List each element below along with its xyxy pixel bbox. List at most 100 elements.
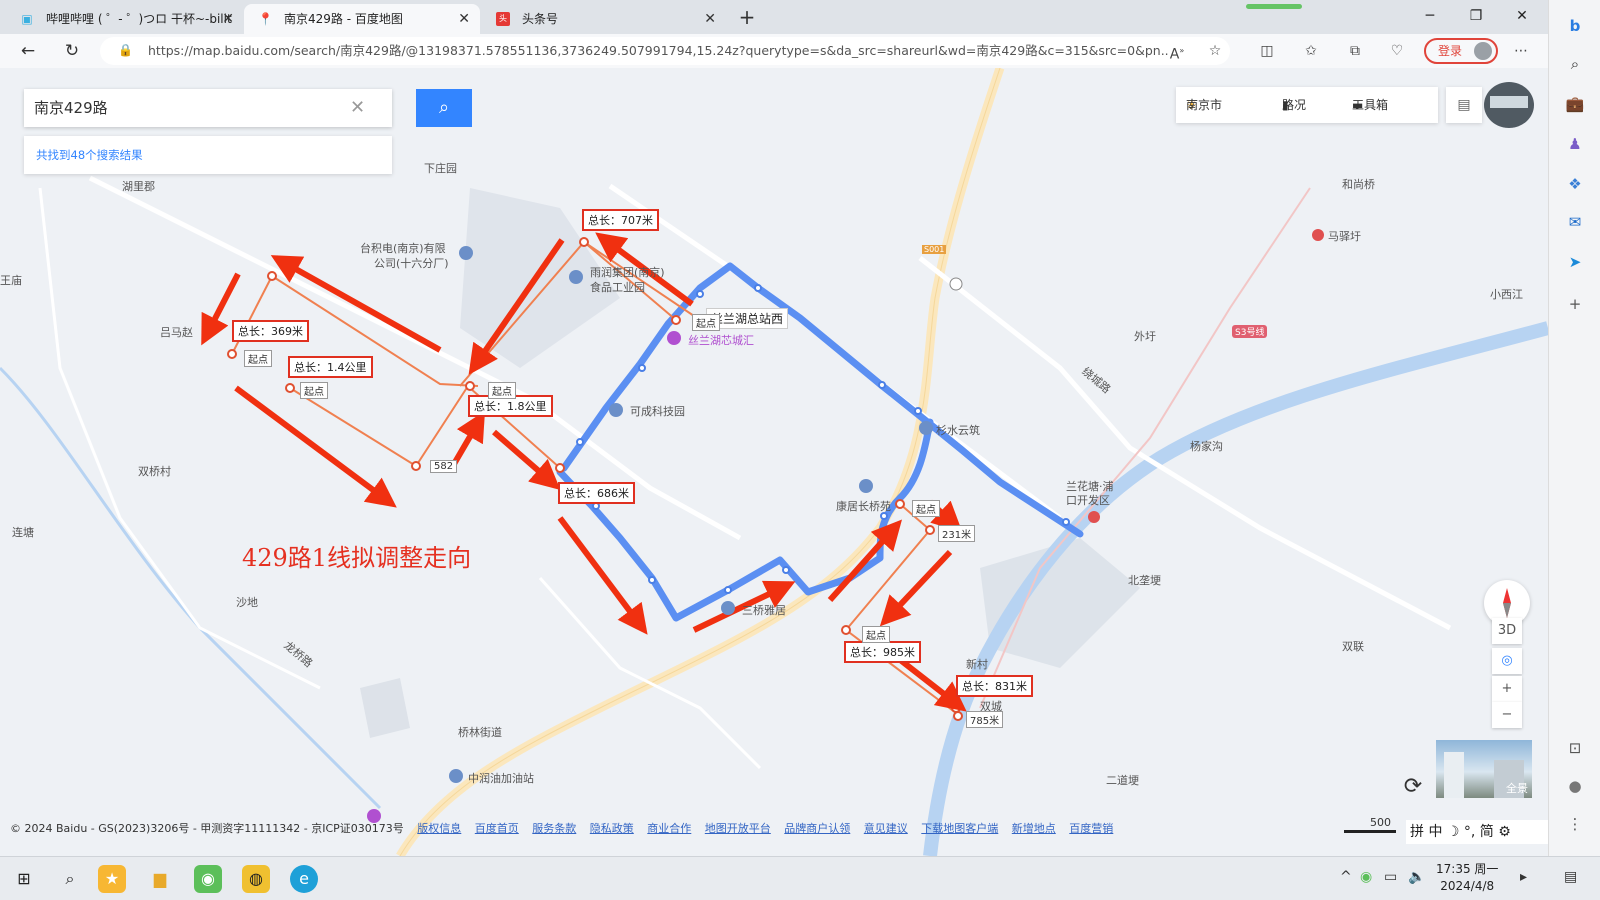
favorite-star-icon[interactable]: ☆ bbox=[1204, 40, 1226, 62]
wechat-icon[interactable]: ◉ bbox=[194, 865, 222, 893]
length-badge: 总长：369米 bbox=[232, 320, 309, 342]
office-icon[interactable]: ❖ bbox=[1563, 172, 1587, 196]
add-icon[interactable]: + bbox=[1563, 292, 1587, 316]
close-window-button[interactable]: ✕ bbox=[1500, 0, 1544, 34]
app-icon[interactable]: ★ bbox=[98, 865, 126, 893]
send-icon[interactable]: ➤ bbox=[1563, 250, 1587, 274]
tray-chevron-icon[interactable]: ^ bbox=[1340, 869, 1352, 885]
tab-bilibili[interactable]: ▣ 哔哩哔哩 ( ゜- ゜)つロ 干杯~-bilit ✕ bbox=[6, 4, 244, 34]
place-label: 新村 bbox=[966, 658, 988, 671]
footer-link[interactable]: 服务条款 bbox=[532, 822, 576, 835]
collections-icon[interactable]: ⧉ bbox=[1344, 40, 1366, 62]
length-badge: 总长：707米 bbox=[582, 209, 659, 231]
maximize-button[interactable]: ❐ bbox=[1454, 0, 1498, 34]
place-label: 丝兰湖芯城汇 bbox=[688, 334, 754, 347]
chat-icon: ▤ bbox=[1457, 97, 1471, 113]
place-label: 马驿圩 bbox=[1328, 230, 1361, 243]
split-screen-icon[interactable]: ◫ bbox=[1256, 40, 1278, 62]
clear-search-icon[interactable]: ✕ bbox=[350, 89, 365, 127]
place-label: 双桥村 bbox=[138, 465, 171, 478]
tray-app-icon[interactable]: ◉ bbox=[1360, 869, 1372, 885]
tools-icon[interactable]: 💼 bbox=[1563, 92, 1587, 116]
volume-icon[interactable]: 🔈 bbox=[1408, 869, 1425, 885]
place-label: 沙地 bbox=[236, 596, 258, 609]
close-tab-icon[interactable]: ✕ bbox=[458, 4, 470, 34]
result-count[interactable]: 共找到48个搜索结果 bbox=[24, 136, 392, 174]
browser-essentials-icon[interactable]: ♡ bbox=[1386, 40, 1408, 62]
search-icon[interactable]: ⌕ bbox=[56, 865, 84, 893]
tab-baidu-map[interactable]: 📍 南京429路 - 百度地图 ✕ bbox=[244, 4, 480, 34]
bing-icon[interactable]: b bbox=[1563, 14, 1587, 38]
network-icon[interactable]: ▭ bbox=[1384, 869, 1397, 885]
tab-toutiao[interactable]: 头 头条号 ✕ bbox=[482, 4, 726, 34]
city-label: 南京市 bbox=[1186, 98, 1223, 112]
favorites-icon[interactable]: ✩ bbox=[1300, 40, 1322, 62]
more-menu-icon[interactable]: ⋯ bbox=[1510, 40, 1532, 62]
screenshot-icon[interactable]: ⊡ bbox=[1563, 736, 1587, 760]
start-label: 起点 bbox=[862, 626, 890, 643]
panorama-thumbnail[interactable]: 全景 bbox=[1436, 740, 1532, 798]
back-button[interactable]: ← bbox=[14, 38, 42, 64]
message-button[interactable]: ▤ bbox=[1446, 87, 1482, 123]
start-label: 起点 bbox=[244, 350, 272, 367]
outlook-icon[interactable]: ✉ bbox=[1563, 210, 1587, 234]
place-label: 和尚桥 bbox=[1342, 178, 1375, 191]
place-label: 康居长桥苑 bbox=[836, 500, 891, 513]
ime-toolbar[interactable]: 拼 中 ☽ °, 简 ⚙ bbox=[1406, 820, 1548, 844]
toolbox-label: 工具箱 bbox=[1352, 98, 1389, 112]
zoom-out-button[interactable]: − bbox=[1492, 702, 1522, 728]
toolbox-menu[interactable]: ▬ 工具箱 ⌄ bbox=[1352, 87, 1388, 123]
footer-link[interactable]: 下载地图客户端 bbox=[921, 822, 998, 835]
bus-icon bbox=[1490, 96, 1528, 108]
login-button[interactable]: 登录 bbox=[1424, 38, 1498, 64]
search-input[interactable]: 南京429路 bbox=[34, 89, 108, 127]
footer-link[interactable]: 意见建议 bbox=[864, 822, 908, 835]
refresh-button[interactable]: ↻ bbox=[58, 38, 86, 64]
footer-link[interactable]: 百度营销 bbox=[1069, 822, 1113, 835]
settings-icon[interactable]: ⋮ bbox=[1563, 812, 1587, 836]
footer-link[interactable]: 版权信息 bbox=[417, 822, 461, 835]
footer-link[interactable]: 品牌商户认领 bbox=[784, 822, 850, 835]
footer-link[interactable]: 新增地点 bbox=[1012, 822, 1056, 835]
place-label: 双联 bbox=[1342, 640, 1364, 653]
bus-avatar-button[interactable] bbox=[1484, 82, 1534, 128]
length-badge: 总长：686米 bbox=[558, 482, 635, 504]
clock[interactable]: 17:35 周一 2024/4/8 bbox=[1436, 861, 1498, 895]
search-icon[interactable]: ⌕ bbox=[1563, 52, 1587, 76]
start-label: 起点 bbox=[300, 382, 328, 399]
map-canvas[interactable]: 下庄园 湖里郡 台积电(南京)有限 公司(十六分厂) 雨润集团(南京) 食品工业… bbox=[0, 68, 1548, 856]
avatar bbox=[1474, 42, 1492, 60]
windows-start-icon[interactable]: ⊞ bbox=[10, 865, 38, 893]
locate-button[interactable]: ◎ bbox=[1492, 648, 1522, 674]
games-icon[interactable]: ♟ bbox=[1563, 132, 1587, 156]
city-selector[interactable]: ☀ 南京市 ⌄ bbox=[1186, 87, 1222, 123]
file-explorer-icon[interactable]: ▆ bbox=[146, 865, 174, 893]
metro-label: S3号线 bbox=[1232, 325, 1268, 338]
edge-icon[interactable]: e bbox=[290, 865, 318, 893]
profile-icon[interactable]: ● bbox=[1563, 774, 1587, 798]
map-pin-icon: 📍 bbox=[258, 12, 273, 26]
notification-icon[interactable]: ▤ bbox=[1564, 869, 1577, 885]
new-tab-button[interactable]: + bbox=[732, 4, 762, 30]
footer-link[interactable]: 商业合作 bbox=[647, 822, 691, 835]
search-button[interactable]: ⌕ bbox=[416, 89, 472, 127]
footer-link[interactable]: 地图开放平台 bbox=[705, 822, 771, 835]
3d-toggle[interactable]: 3D bbox=[1492, 618, 1522, 644]
place-label: 兰花塘·浦口开发区 bbox=[1066, 480, 1114, 507]
length-badge: 总长：831米 bbox=[956, 675, 1033, 697]
tab-title: 头条号 bbox=[522, 12, 559, 26]
refresh-icon[interactable]: ⟳ bbox=[1398, 772, 1428, 802]
zoom-in-button[interactable]: + bbox=[1492, 676, 1522, 702]
footer-link[interactable]: 隐私政策 bbox=[590, 822, 634, 835]
minimize-button[interactable]: ─ bbox=[1408, 0, 1452, 34]
qq-icon[interactable]: ◍ bbox=[242, 865, 270, 893]
place-label: 小西江 bbox=[1490, 288, 1523, 301]
read-aloud-icon[interactable]: A» bbox=[1166, 40, 1188, 63]
place-label: 二道埂 bbox=[1106, 774, 1139, 787]
desktop-peek-icon[interactable]: ▸ bbox=[1520, 869, 1527, 885]
close-tab-icon[interactable]: ✕ bbox=[222, 4, 234, 34]
url-field[interactable]: 🔒 https://map.baidu.com/search/南京429路/@1… bbox=[100, 37, 1230, 65]
start-label: 起点 bbox=[912, 500, 940, 517]
close-tab-icon[interactable]: ✕ bbox=[704, 4, 716, 34]
footer-link[interactable]: 百度首页 bbox=[475, 822, 519, 835]
